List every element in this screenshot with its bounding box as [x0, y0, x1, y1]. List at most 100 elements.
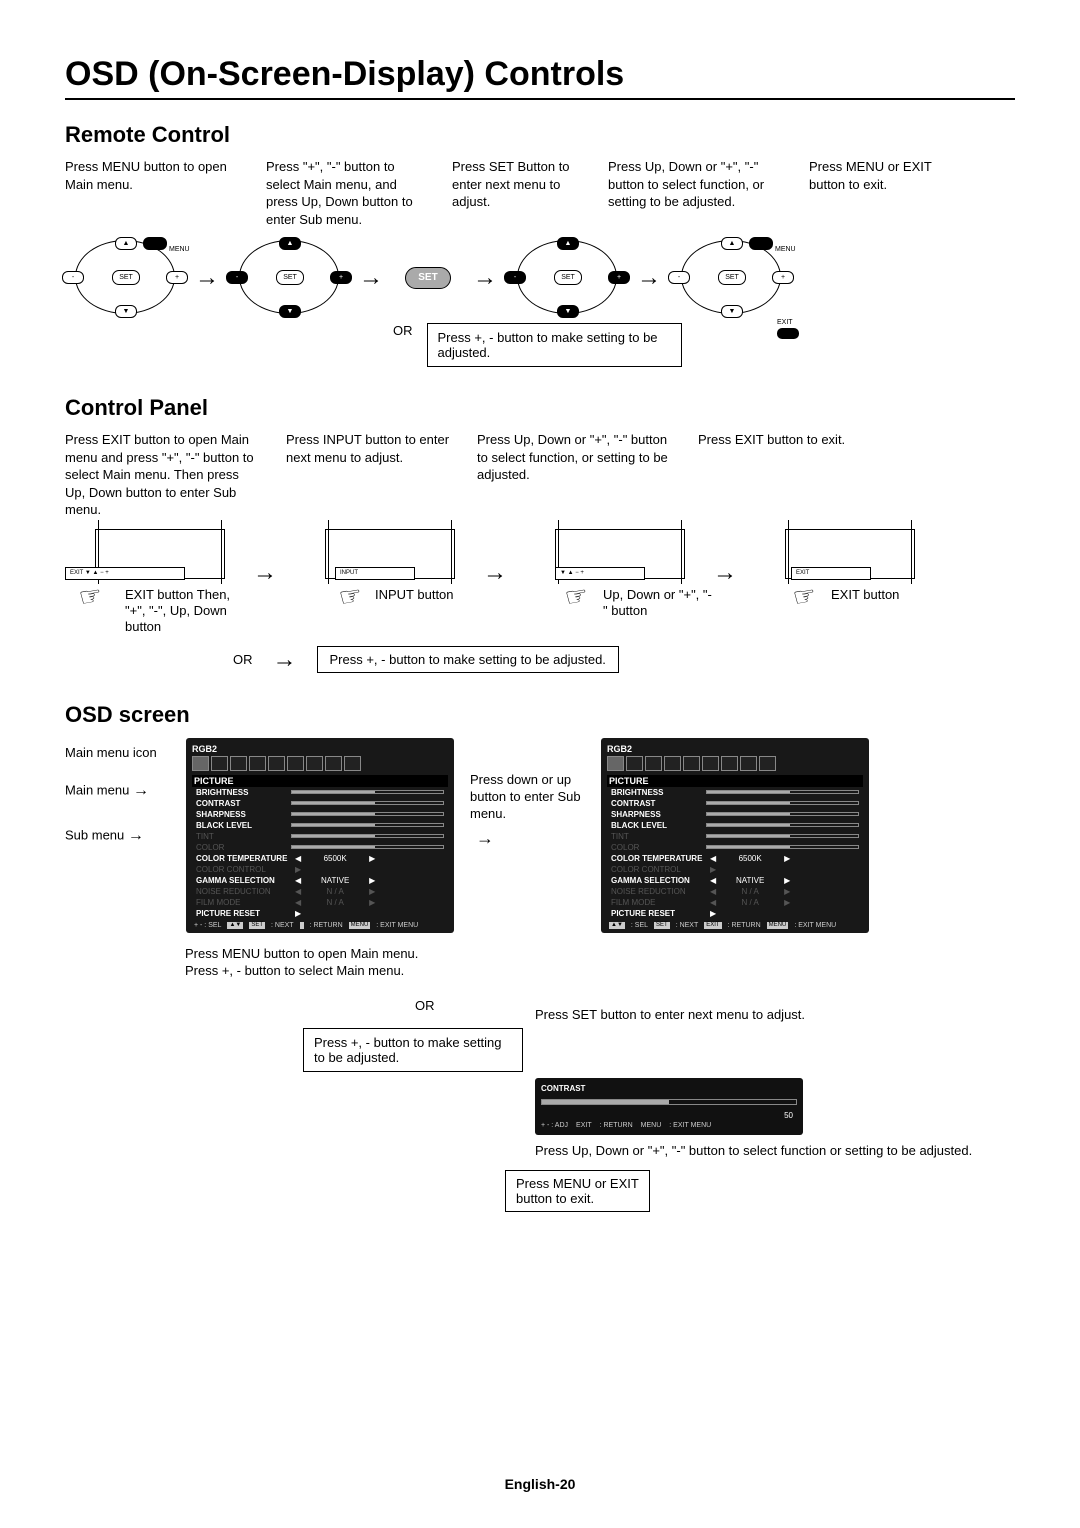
osd-menu-icon[interactable]	[211, 756, 228, 771]
osd-menu-panel-left: RGB2 PICTURE BRIGHTNESSCONTRASTSHARPNESS…	[186, 738, 454, 933]
arrow-icon: →	[191, 264, 223, 292]
remote-plus-button[interactable]: +	[772, 271, 794, 284]
osd-menu-icon[interactable]	[721, 756, 738, 771]
osd-menu-item[interactable]: PICTURE RESET▶	[607, 908, 863, 919]
osd-menu-icon[interactable]	[702, 756, 719, 771]
osd-mid-text: Press down or up button to enter Sub men…	[470, 738, 585, 850]
osd-menu-item[interactable]: BLACK LEVEL	[192, 820, 448, 831]
remote-plus-button[interactable]: +	[166, 271, 188, 284]
remote-up-button[interactable]: ▲	[557, 237, 579, 250]
hand-pointer-icon: ☞	[562, 579, 590, 614]
remote-down-button[interactable]: ▼	[279, 305, 301, 318]
panel-button-strip[interactable]: INPUT	[335, 567, 415, 580]
hand-pointer-icon: ☞	[76, 579, 104, 614]
arrow-icon: →	[249, 559, 281, 587]
osd-menu-item[interactable]: NOISE REDUCTION◀N / A▶	[192, 886, 448, 897]
osd-menu-item[interactable]: COLOR	[192, 842, 448, 853]
osd-menu-icon[interactable]	[759, 756, 776, 771]
remote-set-button[interactable]: SET	[112, 270, 140, 285]
osd-menu-item[interactable]: FILM MODE◀N / A▶	[607, 897, 863, 908]
osd-menu-icon[interactable]	[325, 756, 342, 771]
osd-menu-item[interactable]: COLOR CONTROL▶	[607, 864, 863, 875]
osd-menu-icon[interactable]	[268, 756, 285, 771]
osd-menu-item[interactable]: TINT	[192, 831, 448, 842]
panel-label-3: Up, Down or "+", "-" button	[603, 587, 713, 620]
osd-menu-item[interactable]: GAMMA SELECTION◀NATIVE▶	[607, 875, 863, 886]
osd-menu-panel-right: RGB2 PICTURE BRIGHTNESSCONTRASTSHARPNESS…	[601, 738, 869, 933]
panel-button-strip[interactable]: ▼ ▲ − +	[555, 567, 645, 580]
remote-menu-button[interactable]	[143, 237, 167, 250]
panel-step-2: Press INPUT button to enter next menu to…	[286, 431, 451, 519]
osd-menu-item[interactable]: NOISE REDUCTION◀N / A▶	[607, 886, 863, 897]
osd-menu-item[interactable]: CONTRAST	[607, 798, 863, 809]
osd-menu-icon[interactable]	[192, 756, 209, 771]
remote-menu-button[interactable]	[749, 237, 773, 250]
osd-menu-icon[interactable]	[626, 756, 643, 771]
panel-label-4: EXIT button	[831, 587, 941, 603]
remote-or-box: Press +, - button to make setting to be …	[427, 323, 682, 367]
remote-up-button[interactable]: ▲	[115, 237, 137, 250]
set-button-highlight[interactable]: SET	[405, 267, 451, 289]
arrow-icon: →	[269, 646, 301, 674]
remote-minus-button[interactable]: -	[62, 271, 84, 284]
panel-button-strip[interactable]: EXIT ▼ ▲ − +	[65, 567, 185, 580]
remote-plus-button[interactable]: +	[608, 271, 630, 284]
osd-menu-item[interactable]: GAMMA SELECTION◀NATIVE▶	[192, 875, 448, 886]
osd-menu-item[interactable]: BRIGHTNESS	[192, 787, 448, 798]
osd-menu-item[interactable]: CONTRAST	[192, 798, 448, 809]
osd-menu-icon[interactable]	[740, 756, 757, 771]
osd-source: RGB2	[607, 744, 863, 754]
remote-up-button[interactable]: ▲	[279, 237, 301, 250]
menu-label: MENU	[775, 246, 796, 253]
remote-set-button[interactable]: SET	[554, 270, 582, 285]
remote-minus-button[interactable]: -	[226, 271, 248, 284]
osd-menu-item[interactable]: FILM MODE◀N / A▶	[192, 897, 448, 908]
osd-menu-item[interactable]: COLOR TEMPERATURE◀6500K▶	[607, 853, 863, 864]
osd-menu-icon[interactable]	[645, 756, 662, 771]
osd-menu-item[interactable]: COLOR	[607, 842, 863, 853]
remote-down-button[interactable]: ▼	[721, 305, 743, 318]
osd-menu-item[interactable]: COLOR CONTROL▶	[192, 864, 448, 875]
osd-menu-items: BRIGHTNESSCONTRASTSHARPNESSBLACK LEVELTI…	[192, 787, 448, 919]
remote-down-button[interactable]: ▼	[557, 305, 579, 318]
remote-minus-button[interactable]: -	[504, 271, 526, 284]
osd-menu-icon[interactable]	[683, 756, 700, 771]
osd-menu-item[interactable]: BLACK LEVEL	[607, 820, 863, 831]
osd-contrast-panel: CONTRAST 50 + - : ADJ EXIT: RETURN MENU:…	[535, 1078, 803, 1135]
panel-label-1: EXIT button Then, "+", "-", Up, Down but…	[125, 587, 235, 636]
osd-menu-item[interactable]: TINT	[607, 831, 863, 842]
osd-menu-item[interactable]: SHARPNESS	[607, 809, 863, 820]
panel-or-block: OR → Press +, - button to make setting t…	[233, 646, 1015, 674]
osd-menu-icon[interactable]	[287, 756, 304, 771]
arrow-icon: →	[476, 827, 585, 850]
osd-footer: ▲▼: SEL SET: NEXT EXIT: RETURN MENU: EXI…	[607, 919, 863, 929]
osd-menu-item[interactable]: BRIGHTNESS	[607, 787, 863, 798]
remote-up-button[interactable]: ▲	[721, 237, 743, 250]
osd-menu-item[interactable]: PICTURE RESET▶	[192, 908, 448, 919]
osd-row-1: Main menu icon Main menu → Sub menu → RG…	[65, 738, 1015, 933]
osd-menu-title: PICTURE	[192, 775, 448, 787]
osd-menu-icon[interactable]	[249, 756, 266, 771]
panel-diagram-4: EXIT ☞ EXIT button	[755, 529, 925, 604]
control-panel-section: Control Panel Press EXIT button to open …	[65, 395, 1015, 674]
osd-menu-icon[interactable]	[664, 756, 681, 771]
contrast-slider[interactable]	[541, 1099, 797, 1105]
remote-plus-button[interactable]: +	[330, 271, 352, 284]
remote-down-button[interactable]: ▼	[115, 305, 137, 318]
osd-menu-icon[interactable]	[607, 756, 624, 771]
remote-minus-button[interactable]: -	[668, 271, 690, 284]
arrow-icon: →	[709, 559, 741, 587]
or-label: OR	[233, 652, 253, 667]
osd-menu-icon[interactable]	[230, 756, 247, 771]
remote-control-section: Remote Control Press MENU button to open…	[65, 122, 1015, 367]
remote-exit-button[interactable]	[777, 328, 799, 339]
hand-pointer-icon: ☞	[336, 579, 364, 614]
panel-button-strip[interactable]: EXIT	[791, 567, 871, 580]
osd-menu-item[interactable]: SHARPNESS	[192, 809, 448, 820]
remote-step-1: Press MENU button to open Main menu.	[65, 158, 240, 228]
remote-set-button[interactable]: SET	[718, 270, 746, 285]
osd-menu-item[interactable]: COLOR TEMPERATURE◀6500K▶	[192, 853, 448, 864]
remote-set-button[interactable]: SET	[276, 270, 304, 285]
osd-menu-icon[interactable]	[344, 756, 361, 771]
osd-menu-icon[interactable]	[306, 756, 323, 771]
